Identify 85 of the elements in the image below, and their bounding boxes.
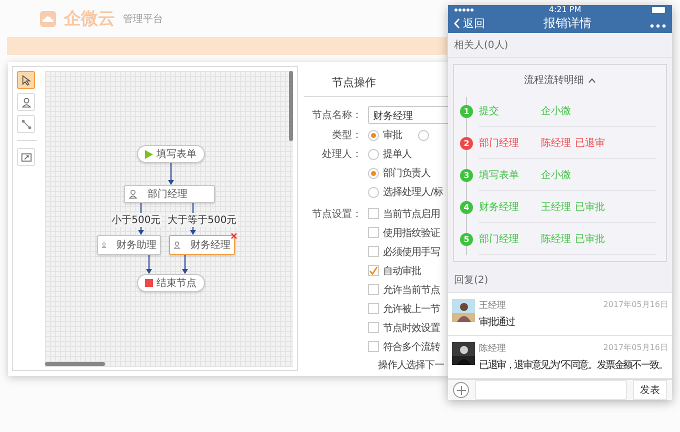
reply-text: 已退审，退审意见为"不同意。发票金额不一致。 <box>479 358 668 372</box>
field-label: 节点名称： <box>311 108 362 122</box>
play-icon <box>144 150 153 158</box>
step-result: 已审批 <box>575 200 605 214</box>
field-label: 类型： <box>331 128 362 142</box>
step-person: 王经理 <box>541 200 571 214</box>
radio-option[interactable]: 提单人 <box>368 147 412 162</box>
back-button[interactable]: 返回 <box>454 16 485 32</box>
checkbox-option[interactable]: 当前节点启用 <box>368 206 440 220</box>
step-person: 企小微 <box>541 104 571 118</box>
step-person: 企小微 <box>541 168 571 182</box>
flow-node[interactable]: 部门经理 <box>124 185 215 203</box>
section-header: 相关人(0人) <box>448 33 672 58</box>
checkbox-option[interactable]: 必须使用手写 <box>368 244 440 258</box>
field-label: 处理人： <box>321 148 362 162</box>
step-person: 陈经理 <box>541 136 571 150</box>
tool-button[interactable] <box>17 148 35 166</box>
flow-node[interactable]: 财务经理 <box>168 235 235 255</box>
condition-label: 小于500元 <box>110 213 162 227</box>
person-icon <box>172 240 181 250</box>
person-icon <box>100 240 107 250</box>
chevron-up-icon <box>588 78 596 82</box>
step-number: 2 <box>460 136 473 150</box>
tool-button[interactable] <box>17 93 35 111</box>
step-name: 财务经理 <box>479 200 520 214</box>
checkbox-option[interactable]: 允许被上一节 <box>368 302 440 316</box>
reply-text: 审批通过 <box>479 316 516 329</box>
hint-text: 操作人选择下一 <box>378 358 444 372</box>
step-result: 已退审 <box>575 136 605 150</box>
cloud-logo-icon <box>40 10 56 26</box>
connector-icon <box>20 118 32 130</box>
step-name: 提交 <box>479 104 500 118</box>
flow-node[interactable]: 填写表单 <box>136 145 205 163</box>
radio-option[interactable]: 审批 <box>368 128 402 142</box>
reply-author: 陈经理 <box>479 342 506 355</box>
field-label: 节点设置： <box>311 208 362 220</box>
logo-subtitle: 管理平台 <box>123 12 163 26</box>
battery-icon <box>652 6 666 13</box>
send-button[interactable]: 发表 <box>633 380 667 400</box>
radio-option[interactable] <box>418 130 429 141</box>
person-icon <box>128 189 138 199</box>
reply-author: 王经理 <box>479 300 506 312</box>
condition-label: 大于等于500元 <box>166 213 238 227</box>
flow-node[interactable]: 结束节点 <box>136 274 205 292</box>
logo-text: 企微云 <box>64 8 115 30</box>
radio-option[interactable]: 选择处理人/标 <box>368 185 443 200</box>
plus-icon <box>456 386 466 394</box>
node-name-field[interactable]: 财务经理 <box>368 106 448 124</box>
radio-option[interactable]: 部门负责人 <box>368 166 430 180</box>
chevron-left-icon <box>454 18 460 30</box>
reply-date: 2017年05月16日 <box>603 299 668 311</box>
flow-arrow <box>168 163 174 185</box>
checkbox-option[interactable]: 符合多个流转 <box>368 340 440 354</box>
scrollbar[interactable] <box>44 362 105 366</box>
stop-icon <box>144 279 153 287</box>
scrollbar[interactable] <box>289 71 293 141</box>
step-number: 5 <box>460 232 473 246</box>
person-icon <box>20 96 32 108</box>
check-icon <box>369 266 378 275</box>
checkbox-option[interactable]: 使用指纹验证 <box>368 226 440 240</box>
tool-button[interactable] <box>17 115 35 133</box>
flow-node[interactable]: 财务助理 <box>96 235 161 255</box>
checkbox-option[interactable]: 节点时效设置 <box>368 320 440 334</box>
step-number: 4 <box>460 200 473 214</box>
step-name: 填写表单 <box>479 168 520 182</box>
status-time: 4:21 PM <box>548 5 582 14</box>
flow-arrow <box>182 255 188 274</box>
step-number: 1 <box>460 104 473 118</box>
flow-arrow <box>146 255 152 274</box>
page-title: 报销详情 <box>544 15 592 32</box>
close-icon[interactable] <box>230 233 237 239</box>
checkbox-option[interactable]: 自动审批 <box>368 264 421 278</box>
message-field[interactable] <box>475 380 627 400</box>
flow-toggle[interactable]: 流程流转明细 <box>454 65 666 95</box>
step-name: 部门经理 <box>479 232 520 246</box>
checkbox-option[interactable]: 允许当前节点 <box>368 282 440 296</box>
step-number: 3 <box>460 168 473 182</box>
pointer-icon <box>20 74 32 86</box>
tool-button[interactable] <box>17 71 35 89</box>
step-result: 已审批 <box>575 232 605 246</box>
reply-date: 2017年05月16日 <box>603 342 668 354</box>
step-person: 陈经理 <box>541 232 571 246</box>
add-button[interactable] <box>453 382 469 398</box>
step-name: 部门经理 <box>479 136 520 150</box>
export-icon <box>20 152 32 162</box>
